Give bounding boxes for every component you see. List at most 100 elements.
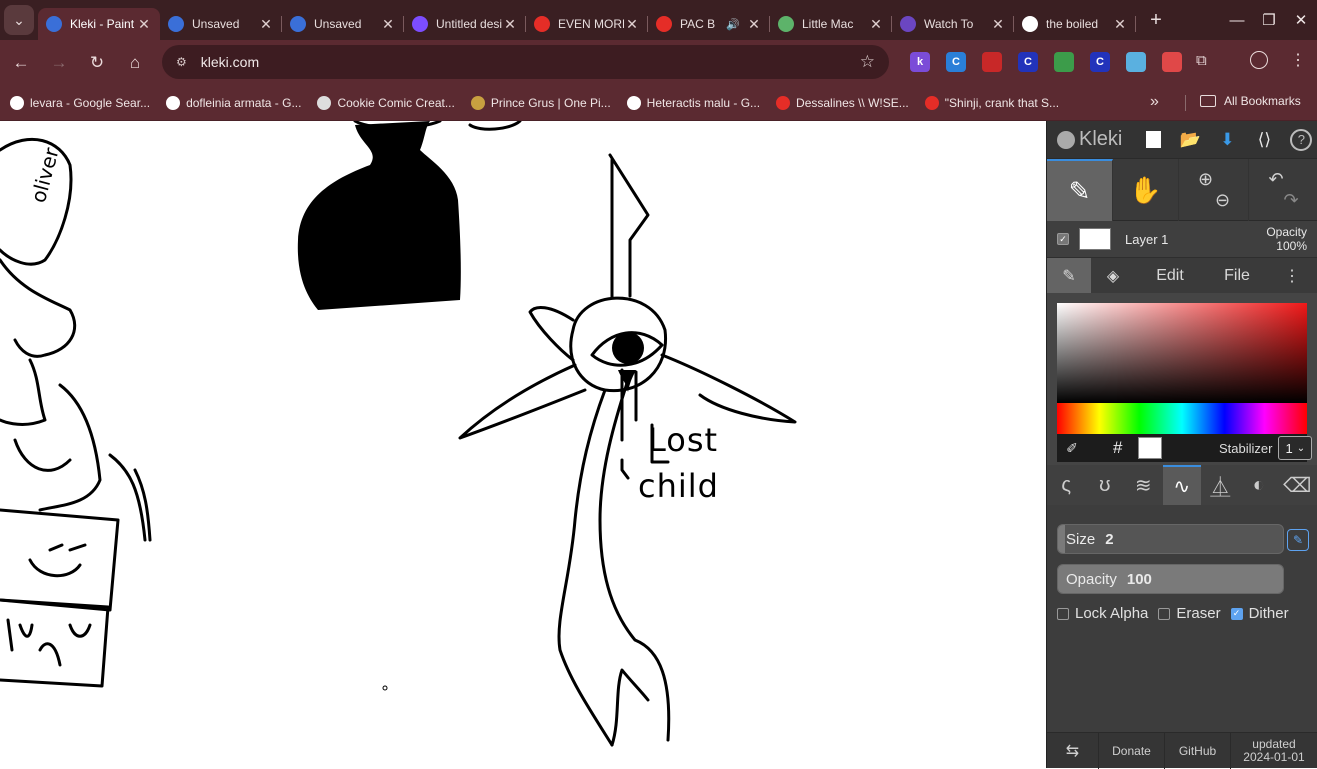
updated-info[interactable]: updated 2024-01-01 [1231,733,1317,769]
layer-visibility-checkbox[interactable]: ✓ [1057,233,1069,245]
reload-button[interactable]: ↻ [78,53,116,73]
layer-row[interactable]: ✓ Layer 1 Opacity 100% [1047,221,1317,257]
extension-icon[interactable]: C [946,52,966,72]
lock-alpha-checkbox[interactable] [1057,607,1069,620]
undo-redo-buttons[interactable]: ↶ ↷ [1249,159,1317,221]
close-window-icon[interactable]: ✕ [1285,11,1317,29]
dither-checkbox[interactable]: ✓ [1230,607,1243,620]
hex-input-button[interactable]: # [1113,438,1122,458]
bookmark-item[interactable]: dofleinia armata - G... [166,95,301,110]
zoom-buttons[interactable]: ⊕ ⊖ [1179,159,1249,221]
tab-search-button[interactable]: ⌄ [4,5,34,35]
extension-icon[interactable] [982,52,1002,72]
browser-tab[interactable]: PAC B 🔊 ✕ [648,8,770,40]
github-link[interactable]: GitHub [1165,732,1231,769]
open-folder-icon[interactable]: 📂 [1177,127,1203,153]
eraser-checkbox[interactable] [1158,607,1171,620]
new-image-icon[interactable] [1140,127,1166,153]
close-tab-icon[interactable]: ✕ [136,16,152,33]
extension-icon[interactable] [1054,52,1074,72]
home-button[interactable]: ⌂ [116,53,154,73]
bookmark-item[interactable]: levara - Google Sear... [10,95,150,110]
minimize-icon[interactable]: — [1221,12,1253,29]
download-icon[interactable]: ⬇ [1214,127,1240,153]
swap-sides-icon[interactable]: ⇆ [1047,732,1099,769]
sketchy-brush-button[interactable]: ≋ [1124,465,1163,505]
saturation-value-field[interactable] [1057,303,1307,403]
bookmark-item[interactable]: Dessalines \\ W!SE... [776,95,909,110]
zoom-out-icon[interactable]: ⊖ [1215,190,1230,211]
hand-tool-button[interactable]: ✋ [1113,159,1179,221]
opacity-slider[interactable]: Opacity 100 [1057,564,1284,594]
browser-tab[interactable]: Little Mac ✕ [770,8,892,40]
close-tab-icon[interactable]: ✕ [380,16,396,33]
extension-icon[interactable] [1162,52,1182,72]
close-tab-icon[interactable]: ✕ [502,16,518,33]
audio-playing-icon[interactable]: 🔊 [726,18,740,31]
browser-tab[interactable]: Untitled design✕ [404,8,526,40]
browser-tab[interactable]: Watch To ✕ [892,8,1014,40]
arrow-right-icon: → [50,52,68,72]
restore-icon[interactable]: ❐ [1253,11,1285,29]
zoom-in-icon[interactable]: ⊕ [1198,169,1213,190]
browser-tab[interactable]: Kleki - Paint Tool✕ [38,8,160,40]
forward-button[interactable]: → [40,53,78,73]
stabilizer-select[interactable]: 1 ⌄ [1278,436,1313,460]
lock-alpha-option[interactable]: Lock Alpha [1057,605,1148,622]
bookmark-star-icon[interactable]: ☆ [860,52,875,72]
pressure-toggle-icon[interactable]: ✎ [1287,529,1309,551]
current-color-swatch[interactable] [1138,437,1163,459]
close-tab-icon[interactable]: ✕ [258,16,274,33]
smudge-brush-button[interactable]: ◐ [1240,465,1279,505]
close-tab-icon[interactable]: ✕ [1112,16,1128,33]
tab-file[interactable]: File [1205,258,1269,294]
close-tab-icon[interactable]: ✕ [624,16,640,33]
chemy-brush-button[interactable]: ⏅ [1201,465,1240,505]
browser-tab[interactable]: the boiled ✕ [1014,8,1136,40]
browser-tab[interactable]: EVEN MORE ✕ [526,8,648,40]
blend-brush-button[interactable]: ʊ [1086,465,1125,505]
tab-layers[interactable]: ◈ [1091,258,1135,294]
bookmark-item[interactable]: Prince Grus | One Pi... [470,95,611,110]
bookmark-item[interactable]: Heteractis malu - G... [626,95,760,110]
extension-icon[interactable] [1126,52,1146,72]
close-tab-icon[interactable]: ✕ [990,16,1006,33]
help-icon[interactable]: ? [1288,127,1314,153]
extension-icon[interactable]: C [1090,52,1110,72]
eyedropper-icon[interactable]: ✐ [1057,440,1087,457]
tab-brush[interactable]: ✎ [1047,257,1091,294]
hue-slider[interactable] [1057,403,1307,434]
undo-icon[interactable]: ↶ [1268,169,1283,190]
kleki-logo[interactable]: Kleki [1057,128,1122,151]
all-bookmarks-button[interactable]: All Bookmarks [1200,94,1301,108]
eraser-option[interactable]: Eraser [1158,605,1221,622]
menu-kebab-icon[interactable]: ⋮ [1290,50,1306,70]
address-bar[interactable]: ⚙ kleki.com ☆ [162,45,889,79]
bookmark-item[interactable]: "Shinji, crank that S... [924,95,1059,110]
more-bookmarks-chevron-icon[interactable]: » [1150,93,1159,111]
drawing-canvas[interactable]: Lost child oliver [0,121,1046,768]
extensions-puzzle-icon[interactable]: ⧉ [1196,52,1207,69]
close-tab-icon[interactable]: ✕ [746,16,762,33]
size-slider[interactable]: Size 2 [1057,524,1284,554]
donate-link[interactable]: Donate [1099,732,1165,769]
site-info-icon[interactable]: ⚙ [176,55,187,69]
extension-icon[interactable]: C [1018,52,1038,72]
bookmark-item[interactable]: Cookie Comic Creat... [317,95,455,110]
redo-icon[interactable]: ↷ [1283,190,1298,211]
close-tab-icon[interactable]: ✕ [868,16,884,33]
dither-option[interactable]: ✓ Dither [1230,605,1289,622]
new-tab-button[interactable]: + [1142,6,1170,34]
back-button[interactable]: ← [2,53,40,73]
more-options-icon[interactable]: ⋮ [1269,258,1315,294]
brush-tool-button[interactable]: ✎ [1047,159,1113,221]
share-icon[interactable]: ⟨⟩ [1251,127,1277,153]
extension-icon[interactable]: k [910,52,930,72]
pen-brush-button[interactable]: ς [1047,465,1086,505]
tab-edit[interactable]: Edit [1135,258,1205,294]
browser-tab[interactable]: Unsaved ✕ [160,8,282,40]
pixel-brush-button[interactable]: ∿ [1162,465,1201,505]
browser-tab[interactable]: Unsaved ✕ [282,8,404,40]
profile-icon[interactable] [1250,51,1268,69]
eraser-brush-button[interactable]: ⌫ [1278,465,1317,505]
